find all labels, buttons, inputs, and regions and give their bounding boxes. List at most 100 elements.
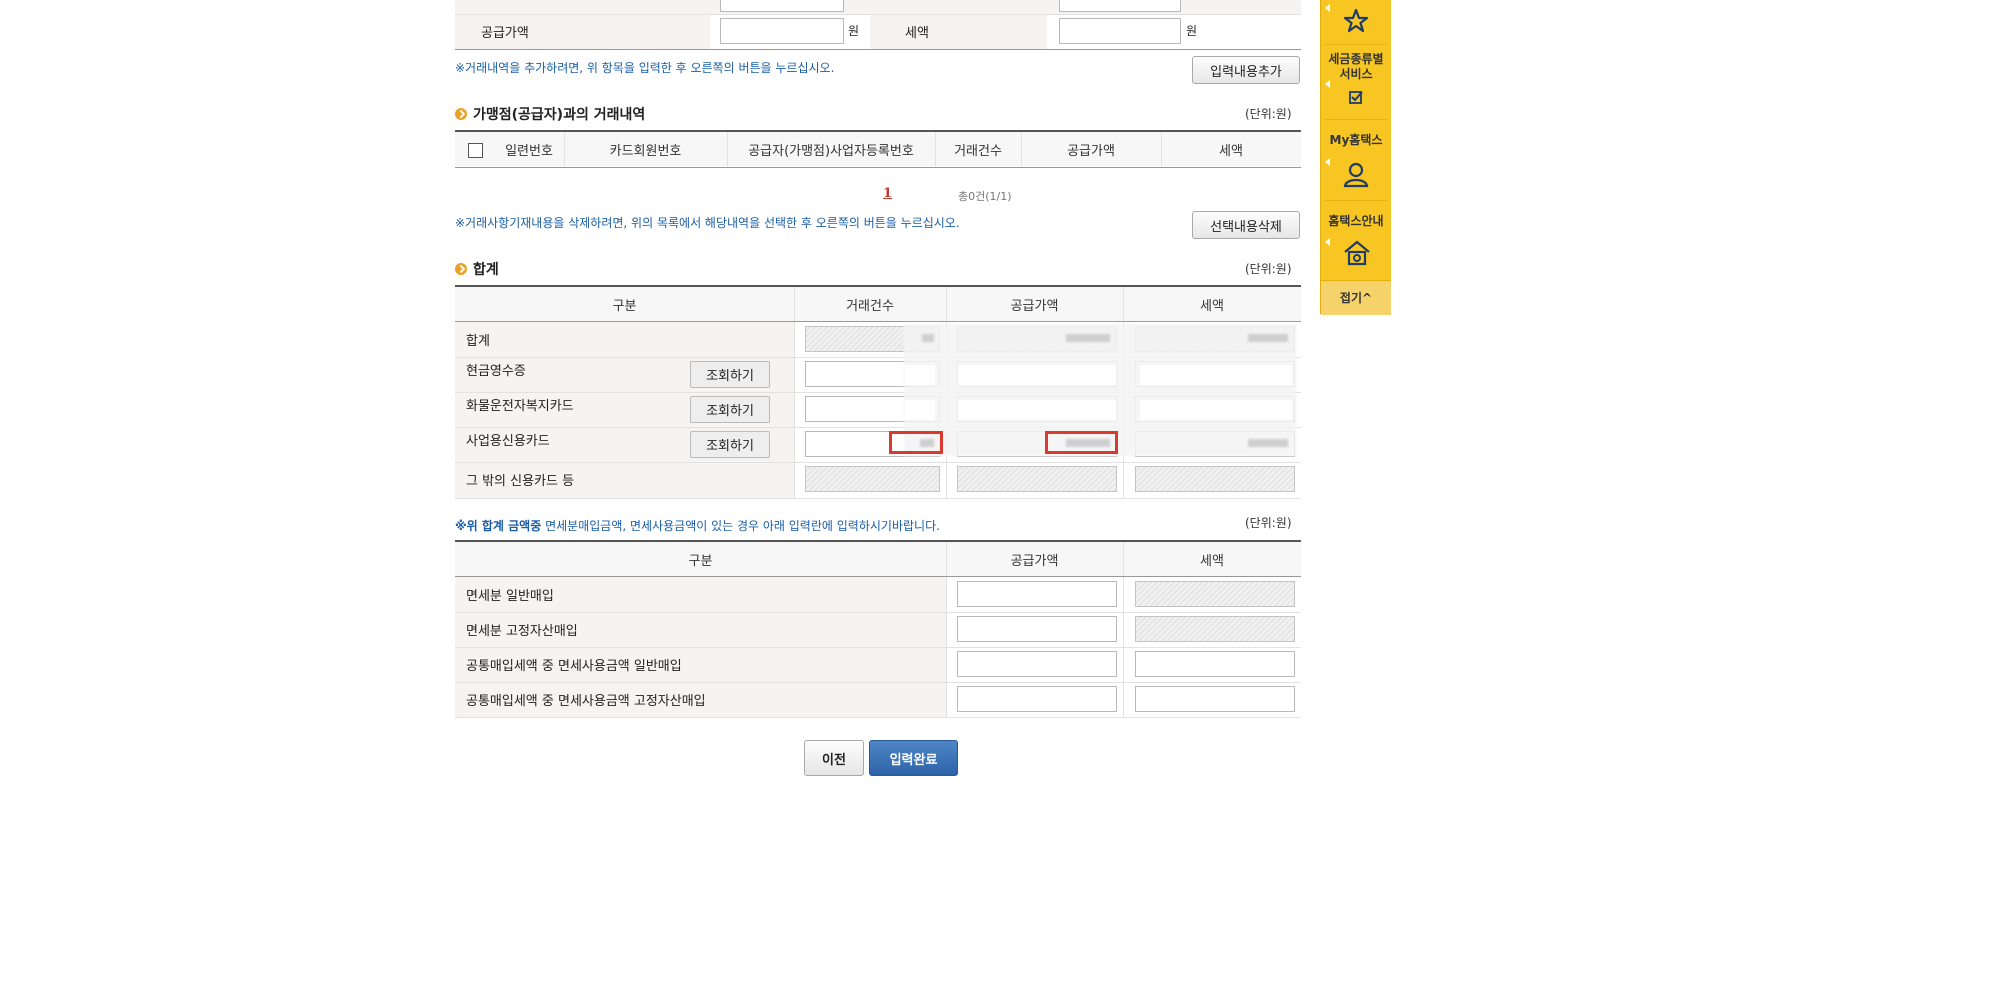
summary-row-cash-receipt: 현금영수증 bbox=[466, 364, 526, 379]
row-divider bbox=[455, 647, 1301, 648]
exempt-col-category: 구분 bbox=[688, 554, 713, 569]
exempt-row-common-fixed: 공통매입세액 중 면세사용금액 고정자산매입 bbox=[466, 694, 706, 709]
lookup-cargo-card-button[interactable]: 조회하기 bbox=[690, 396, 770, 423]
user-icon bbox=[1342, 160, 1370, 188]
supply-amount-input[interactable] bbox=[720, 18, 844, 44]
summary-section-title: 합계 bbox=[455, 259, 499, 279]
col-count: 거래건수 bbox=[954, 144, 1002, 159]
summary-row-other-cards: 그 밖의 신용카드 등 bbox=[466, 474, 575, 489]
tax-amount-input[interactable] bbox=[1059, 18, 1181, 44]
divider bbox=[1325, 200, 1387, 201]
table-bottom-border bbox=[455, 167, 1301, 168]
quick-menu-bar: 세금종류별 서비스 My홈택스 홈택스안내 접기^ bbox=[1320, 0, 1391, 315]
redacted-white-strip bbox=[1140, 400, 1292, 420]
other-cards-supply-field bbox=[957, 466, 1117, 492]
delete-note: ※거래사항기재내용을 삭제하려면, 위의 목록에서 해당내역을 선택한 후 오른… bbox=[455, 216, 960, 230]
summary-row-total: 합계 bbox=[466, 334, 490, 349]
top-partial-input-1[interactable] bbox=[720, 0, 844, 12]
supply-tax-label-bg bbox=[870, 15, 1047, 49]
select-all-checkbox[interactable] bbox=[468, 143, 483, 158]
common-general-tax-input[interactable] bbox=[1135, 651, 1295, 677]
exempt-row-general: 면세분 일반매입 bbox=[466, 589, 554, 604]
exempt-fixed-supply-input[interactable] bbox=[957, 616, 1117, 642]
col-tax: 세액 bbox=[1219, 144, 1243, 159]
highlight-count-box bbox=[889, 431, 943, 454]
divider bbox=[1325, 119, 1387, 120]
tax-service-label[interactable]: 세금종류별 서비스 bbox=[1321, 52, 1391, 82]
home-guide-icon bbox=[1341, 238, 1373, 270]
star-icon[interactable] bbox=[1343, 8, 1369, 34]
exempt-col-tax: 세액 bbox=[1200, 554, 1224, 569]
top-partial-input-2[interactable] bbox=[1059, 0, 1181, 12]
summary-row-cargo-card: 화물운전자복지카드 bbox=[466, 399, 574, 414]
common-general-supply-input[interactable] bbox=[957, 651, 1117, 677]
add-entry-button[interactable]: 입력내용추가 bbox=[1192, 56, 1300, 84]
merchant-unit: (단위:원) bbox=[1245, 107, 1292, 121]
supply-amount-label: 공급가액 bbox=[481, 26, 529, 41]
tax-service-line2: 서비스 bbox=[1339, 67, 1373, 81]
col-supply: 공급가액 bbox=[1067, 144, 1115, 159]
exempt-unit: (단위:원) bbox=[1245, 516, 1292, 530]
checkbox-icon bbox=[1349, 90, 1363, 104]
submit-button[interactable]: 입력완료 bbox=[869, 740, 958, 776]
caret-left-icon bbox=[1325, 4, 1330, 12]
redacted-white-strip bbox=[905, 365, 935, 385]
collapse-button[interactable]: 접기^ bbox=[1321, 289, 1391, 306]
exempt-note: ※위 합계 금액중 면세분매입금액, 면세사용금액이 있는 경우 아래 입력란에… bbox=[455, 517, 940, 534]
bullet-icon bbox=[455, 108, 467, 120]
exempt-note-prefix: ※위 합계 금액중 bbox=[455, 519, 542, 533]
summary-unit: (단위:원) bbox=[1245, 262, 1292, 276]
hometax-guide-label[interactable]: 홈택스안내 bbox=[1321, 212, 1391, 229]
other-cards-count-field bbox=[805, 466, 940, 492]
other-cards-tax-field bbox=[1135, 466, 1295, 492]
pagination-page-1[interactable]: 1 bbox=[883, 186, 892, 201]
summary-col-category: 구분 bbox=[612, 299, 637, 314]
summary-row-business-card: 사업용신용카드 bbox=[466, 434, 550, 449]
col-supplier-regno: 공급자(가맹점)사업자등록번호 bbox=[748, 144, 914, 159]
row-divider bbox=[455, 462, 1301, 463]
exempt-general-tax-field bbox=[1135, 581, 1295, 607]
summary-col-supply: 공급가액 bbox=[1010, 299, 1059, 314]
row-divider bbox=[455, 612, 1301, 613]
summary-title-text: 합계 bbox=[473, 262, 499, 278]
col-serial: 일련번호 bbox=[505, 144, 553, 159]
col-divider bbox=[794, 287, 795, 499]
exempt-note-rest: 면세분매입금액, 면세사용금액이 있는 경우 아래 입력란에 입력하시기바랍니다… bbox=[541, 519, 940, 533]
won-unit: 원 bbox=[1186, 24, 1198, 38]
caret-left-icon bbox=[1325, 158, 1330, 166]
exempt-row-common-general: 공통매입세액 중 면세사용금액 일반매입 bbox=[466, 659, 682, 674]
lookup-cash-receipt-button[interactable]: 조회하기 bbox=[690, 361, 770, 388]
my-hometax-label[interactable]: My홈택스 bbox=[1321, 131, 1391, 148]
common-fixed-supply-input[interactable] bbox=[957, 686, 1117, 712]
row-divider bbox=[455, 682, 1301, 683]
caret-left-icon bbox=[1325, 238, 1330, 246]
won-unit: 원 bbox=[848, 24, 860, 38]
prev-button[interactable]: 이전 bbox=[804, 740, 864, 776]
exempt-fixed-tax-field bbox=[1135, 616, 1295, 642]
divider bbox=[455, 49, 1301, 50]
summary-col-tax: 세액 bbox=[1200, 299, 1224, 314]
exempt-col-supply: 공급가액 bbox=[1010, 554, 1059, 569]
exempt-general-supply-input[interactable] bbox=[957, 581, 1117, 607]
redacted-value bbox=[1066, 334, 1110, 342]
bullet-icon bbox=[455, 263, 467, 275]
divider bbox=[1325, 44, 1387, 45]
merchant-title-text: 가맹점(공급자)과의 거래내역 bbox=[473, 107, 646, 123]
redacted-value bbox=[1248, 334, 1288, 342]
common-fixed-tax-input[interactable] bbox=[1135, 686, 1295, 712]
tax-amount-label: 세액 bbox=[905, 26, 929, 41]
lookup-business-card-button[interactable]: 조회하기 bbox=[690, 431, 770, 458]
col-card-number: 카드회원번호 bbox=[609, 144, 682, 159]
tax-service-line1: 세금종류별 bbox=[1328, 52, 1384, 66]
redacted-white-strip bbox=[1140, 365, 1292, 385]
redacted-white-strip bbox=[958, 400, 1116, 420]
row-divider bbox=[455, 717, 1301, 718]
summary-col-count: 거래건수 bbox=[846, 299, 894, 314]
merchant-section-title: 가맹점(공급자)과의 거래내역 bbox=[455, 104, 645, 124]
highlight-supply-box bbox=[1045, 431, 1118, 454]
exempt-row-fixed-asset: 면세분 고정자산매입 bbox=[466, 624, 578, 639]
redacted-value bbox=[922, 334, 934, 342]
add-note: ※거래내역을 추가하려면, 위 항목을 입력한 후 오른쪽의 버튼을 누르십시오… bbox=[455, 61, 835, 75]
row-divider bbox=[455, 498, 1301, 499]
delete-selected-button[interactable]: 선택내용삭제 bbox=[1192, 211, 1300, 239]
